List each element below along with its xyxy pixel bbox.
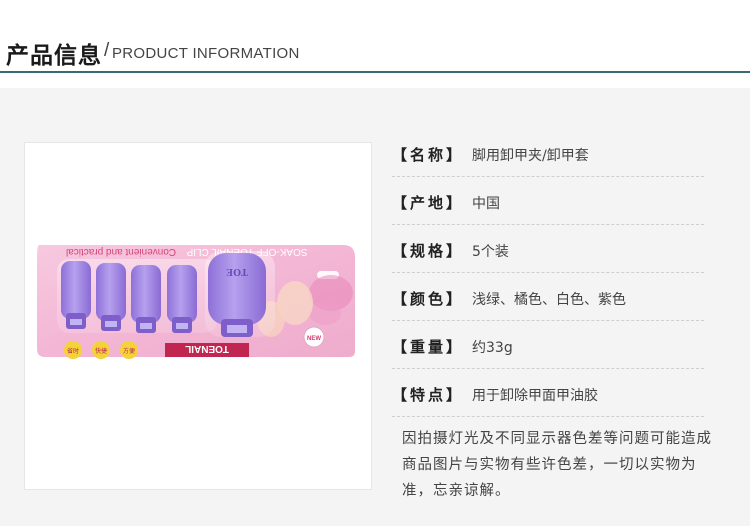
spec-divider (392, 320, 704, 321)
svg-text:Convenient and practical: Convenient and practical (66, 246, 176, 257)
spec-divider (392, 272, 704, 273)
spec-divider (392, 176, 704, 177)
package-text-bottom: TOENAIL (185, 343, 229, 354)
svg-text:方便: 方便 (123, 347, 135, 355)
sticker-3: 方便 (120, 341, 138, 359)
new-badge: NEW (303, 326, 325, 348)
header-divider (0, 71, 750, 73)
spec-label-name: 【名称】 (392, 146, 465, 164)
spec-divider (392, 224, 704, 225)
spec-value-size: 5个装 (472, 244, 509, 260)
page-header: 产品信息 / PRODUCT INFORMATION (0, 0, 750, 88)
spec-row-color: 【颜色】 浅绿、橘色、白色、紫色 (392, 288, 704, 312)
spec-row-size: 【规格】 5个装 (392, 240, 704, 264)
spec-value-feature: 用于卸除甲面甲油胶 (472, 388, 598, 404)
spec-divider (392, 368, 704, 369)
spec-value-origin: 中国 (472, 196, 500, 212)
svg-text:省时: 省时 (67, 347, 79, 355)
svg-text:TOENAIL: TOENAIL (185, 343, 229, 354)
spec-row-origin: 【产地】 中国 (392, 192, 704, 216)
svg-text:TOE: TOE (226, 266, 248, 276)
sticker-2: 快捷 (92, 341, 110, 359)
spec-value-name: 脚用卸甲夹/卸甲套 (472, 148, 589, 164)
section-title-cn: 产品信息 (6, 42, 102, 69)
spec-label-weight: 【重量】 (392, 338, 465, 356)
spec-label-size: 【规格】 (392, 242, 465, 260)
sticker-1: 省时 (64, 341, 82, 359)
spec-value-color: 浅绿、橘色、白色、紫色 (472, 292, 626, 308)
title-separator: / (104, 40, 110, 61)
spec-divider (392, 416, 704, 417)
section-title-en: PRODUCT INFORMATION (112, 45, 300, 62)
product-photo: Convenient and practical SOAK-OFF TOENAI… (24, 142, 372, 490)
spec-row-weight: 【重量】 约33g (392, 336, 704, 360)
spec-label-color: 【颜色】 (392, 290, 465, 308)
product-photo-illustration: Convenient and practical SOAK-OFF TOENAI… (37, 245, 355, 359)
svg-text:NEW: NEW (307, 336, 321, 342)
package-text-top: Convenient and practical (66, 246, 176, 257)
spec-row-feature: 【特点】 用于卸除甲面甲油胶 (392, 384, 704, 408)
spec-row-name: 【名称】 脚用卸甲夹/卸甲套 (392, 144, 704, 168)
svg-text:快捷: 快捷 (95, 347, 107, 355)
color-disclaimer: 因拍摄灯光及不同显示器色差等问题可能造成商品图片与实物有些许色差，一切以实物为准… (402, 431, 712, 499)
spec-label-origin: 【产地】 (392, 194, 465, 212)
spec-value-weight: 约33g (472, 340, 513, 356)
spec-label-feature: 【特点】 (392, 386, 465, 404)
